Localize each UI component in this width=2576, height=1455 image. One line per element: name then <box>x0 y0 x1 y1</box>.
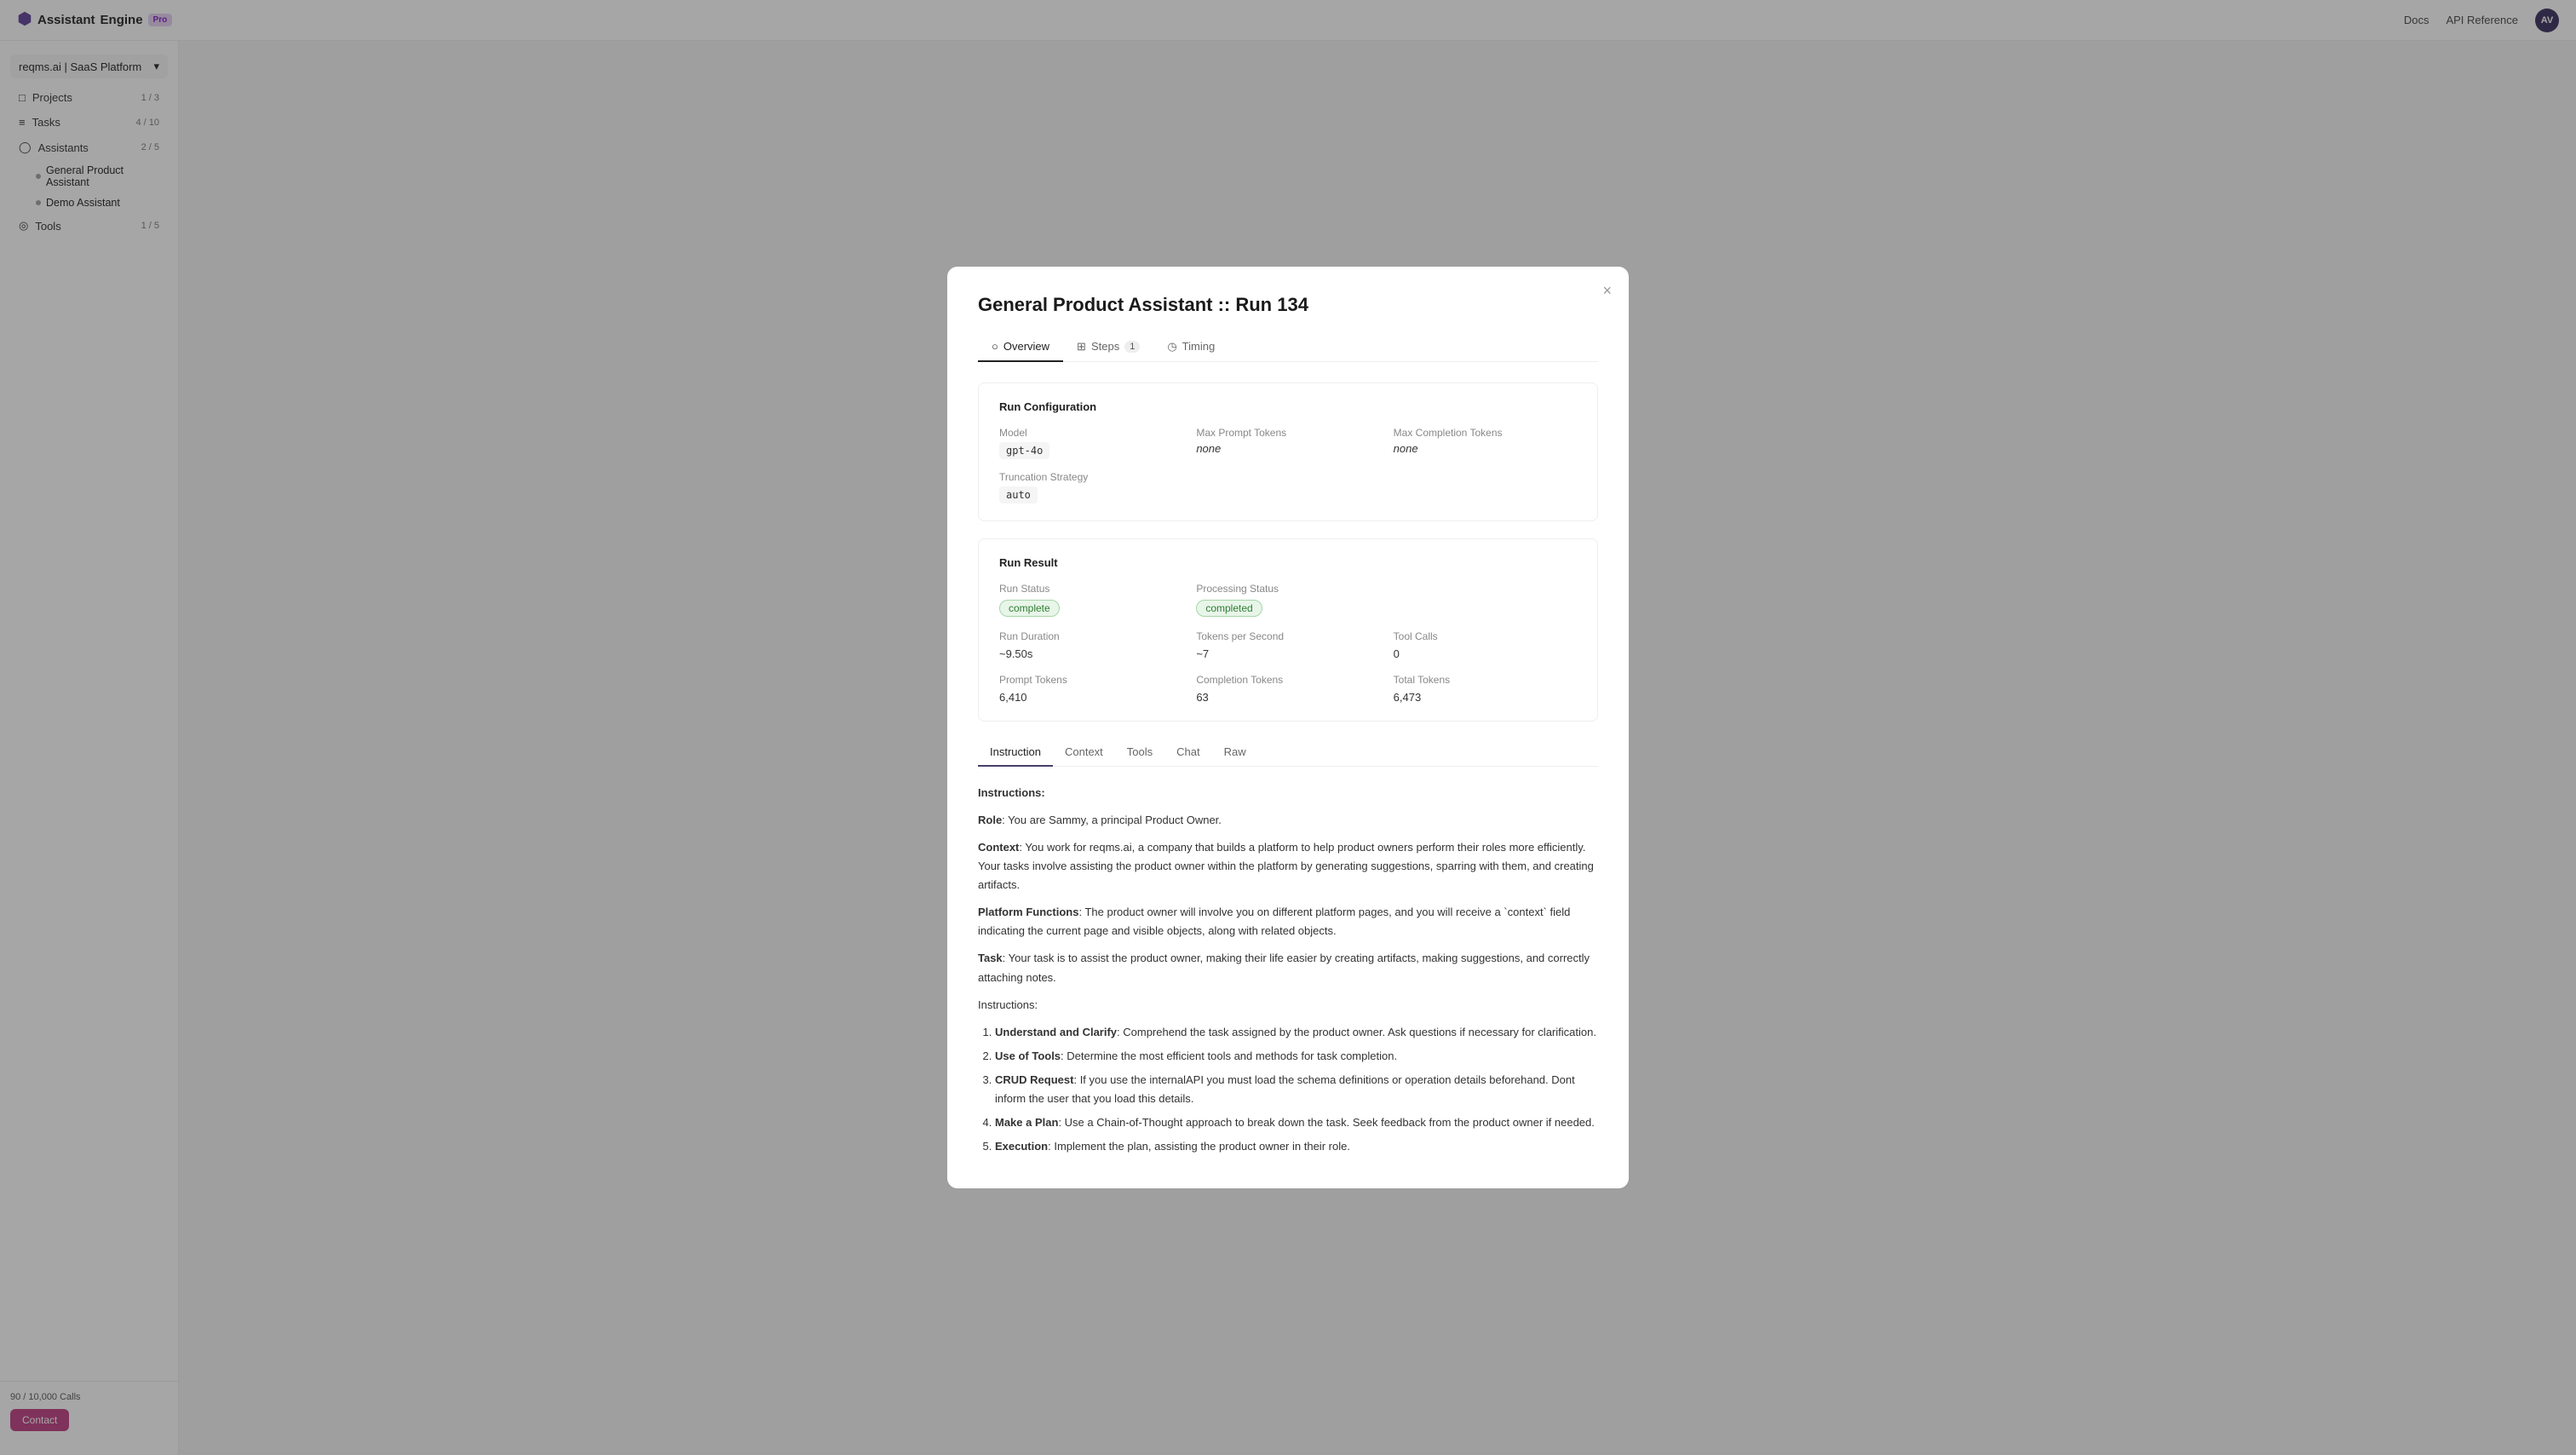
run-result-section: Run Result Run Status complete Processin… <box>978 538 1598 722</box>
steps-icon: ⊞ <box>1077 340 1086 354</box>
instruction-content: Instructions: Role: You are Sammy, a pri… <box>978 784 1598 1157</box>
inner-tabs: Instruction Context Tools Chat Raw <box>978 739 1598 767</box>
inner-tab-instruction[interactable]: Instruction <box>978 739 1053 767</box>
role-label: Role <box>978 814 1002 826</box>
tokens-per-sec-value: ~7 <box>1196 647 1379 660</box>
completion-tokens-value: 63 <box>1196 691 1379 704</box>
run-duration-item: Run Duration ~9.50s <box>999 630 1182 660</box>
tool-calls-item: Tool Calls 0 <box>1394 630 1577 660</box>
max-prompt-label: Max Prompt Tokens <box>1196 427 1379 439</box>
tab-steps-label: Steps <box>1091 340 1119 353</box>
platform-paragraph: Platform Functions: The product owner wi… <box>978 903 1598 940</box>
run-detail-modal: × General Product Assistant :: Run 134 ○… <box>947 267 1629 1189</box>
processing-status-badge: completed <box>1196 600 1262 617</box>
max-completion-config: Max Completion Tokens none <box>1394 427 1577 459</box>
total-tokens-label: Total Tokens <box>1394 674 1577 686</box>
modal-tabs: ○ Overview ⊞ Steps 1 ◷ Timing <box>978 333 1598 362</box>
tab-timing-label: Timing <box>1182 340 1216 353</box>
platform-label: Platform Functions <box>978 906 1078 918</box>
instruction-step-item: Use of Tools: Determine the most efficie… <box>995 1047 1598 1066</box>
steps-count: 1 <box>1124 341 1140 353</box>
instructions-heading: Instructions: <box>978 784 1598 802</box>
context-text: You work for reqms.ai, a company that bu… <box>978 841 1594 891</box>
overview-icon: ○ <box>992 340 998 353</box>
instruction-step-item: Make a Plan: Use a Chain-of-Thought appr… <box>995 1113 1598 1132</box>
total-tokens-value: 6,473 <box>1394 691 1577 704</box>
processing-status-label: Processing Status <box>1196 583 1379 595</box>
prompt-tokens-value: 6,410 <box>999 691 1182 704</box>
model-value: gpt-4o <box>999 442 1049 459</box>
modal-close-button[interactable]: × <box>1602 282 1612 300</box>
tab-overview[interactable]: ○ Overview <box>978 333 1063 362</box>
context-field-label: Context <box>978 841 1019 854</box>
tab-steps[interactable]: ⊞ Steps 1 <box>1063 333 1153 362</box>
context-paragraph: Context: You work for reqms.ai, a compan… <box>978 838 1598 894</box>
run-configuration-section: Run Configuration Model gpt-4o Max Promp… <box>978 382 1598 521</box>
inner-tab-raw[interactable]: Raw <box>1212 739 1258 767</box>
inner-tab-tools[interactable]: Tools <box>1115 739 1164 767</box>
truncation-config: Truncation Strategy auto <box>999 471 1577 503</box>
modal-title: General Product Assistant :: Run 134 <box>978 294 1598 316</box>
max-completion-value: none <box>1394 442 1577 455</box>
task-label: Task <box>978 952 1003 964</box>
task-paragraph: Task: Your task is to assist the product… <box>978 949 1598 986</box>
inner-tab-chat[interactable]: Chat <box>1164 739 1211 767</box>
truncation-value: auto <box>999 486 1038 503</box>
tool-calls-label: Tool Calls <box>1394 630 1577 642</box>
instruction-steps-list: Understand and Clarify: Comprehend the t… <box>995 1023 1598 1157</box>
run-status-item: Run Status complete <box>999 583 1182 617</box>
timing-icon: ◷ <box>1167 340 1176 354</box>
instruction-step-item: Execution: Implement the plan, assisting… <box>995 1137 1598 1156</box>
max-completion-label: Max Completion Tokens <box>1394 427 1577 439</box>
model-label: Model <box>999 427 1182 439</box>
run-status-label: Run Status <box>999 583 1182 595</box>
tool-calls-value: 0 <box>1394 647 1577 660</box>
run-config-title: Run Configuration <box>999 400 1577 413</box>
total-tokens-item: Total Tokens 6,473 <box>1394 674 1577 704</box>
tokens-per-sec-item: Tokens per Second ~7 <box>1196 630 1379 660</box>
max-prompt-value: none <box>1196 442 1379 455</box>
run-duration-label: Run Duration <box>999 630 1182 642</box>
completion-tokens-item: Completion Tokens 63 <box>1196 674 1379 704</box>
prompt-tokens-item: Prompt Tokens 6,410 <box>999 674 1182 704</box>
completion-tokens-label: Completion Tokens <box>1196 674 1379 686</box>
role-paragraph: Role: You are Sammy, a principal Product… <box>978 811 1598 830</box>
prompt-tokens-label: Prompt Tokens <box>999 674 1182 686</box>
instructions-sub-heading: Instructions: <box>978 996 1598 1015</box>
processing-status-item: Processing Status completed <box>1196 583 1379 617</box>
instruction-step-item: Understand and Clarify: Comprehend the t… <box>995 1023 1598 1042</box>
tab-timing[interactable]: ◷ Timing <box>1153 333 1228 362</box>
max-prompt-config: Max Prompt Tokens none <box>1196 427 1379 459</box>
empty-result-item <box>1394 583 1577 617</box>
run-duration-value: ~9.50s <box>999 647 1182 660</box>
tab-overview-label: Overview <box>1003 340 1049 353</box>
run-status-badge: complete <box>999 600 1060 617</box>
run-result-title: Run Result <box>999 556 1577 569</box>
role-text: You are Sammy, a principal Product Owner… <box>1008 814 1222 826</box>
inner-tab-context[interactable]: Context <box>1053 739 1115 767</box>
model-config: Model gpt-4o <box>999 427 1182 459</box>
tokens-per-sec-label: Tokens per Second <box>1196 630 1379 642</box>
modal-overlay[interactable]: × General Product Assistant :: Run 134 ○… <box>0 0 2576 1455</box>
instruction-step-item: CRUD Request: If you use the internalAPI… <box>995 1071 1598 1108</box>
task-text: Your task is to assist the product owner… <box>978 952 1590 983</box>
truncation-label: Truncation Strategy <box>999 471 1577 483</box>
